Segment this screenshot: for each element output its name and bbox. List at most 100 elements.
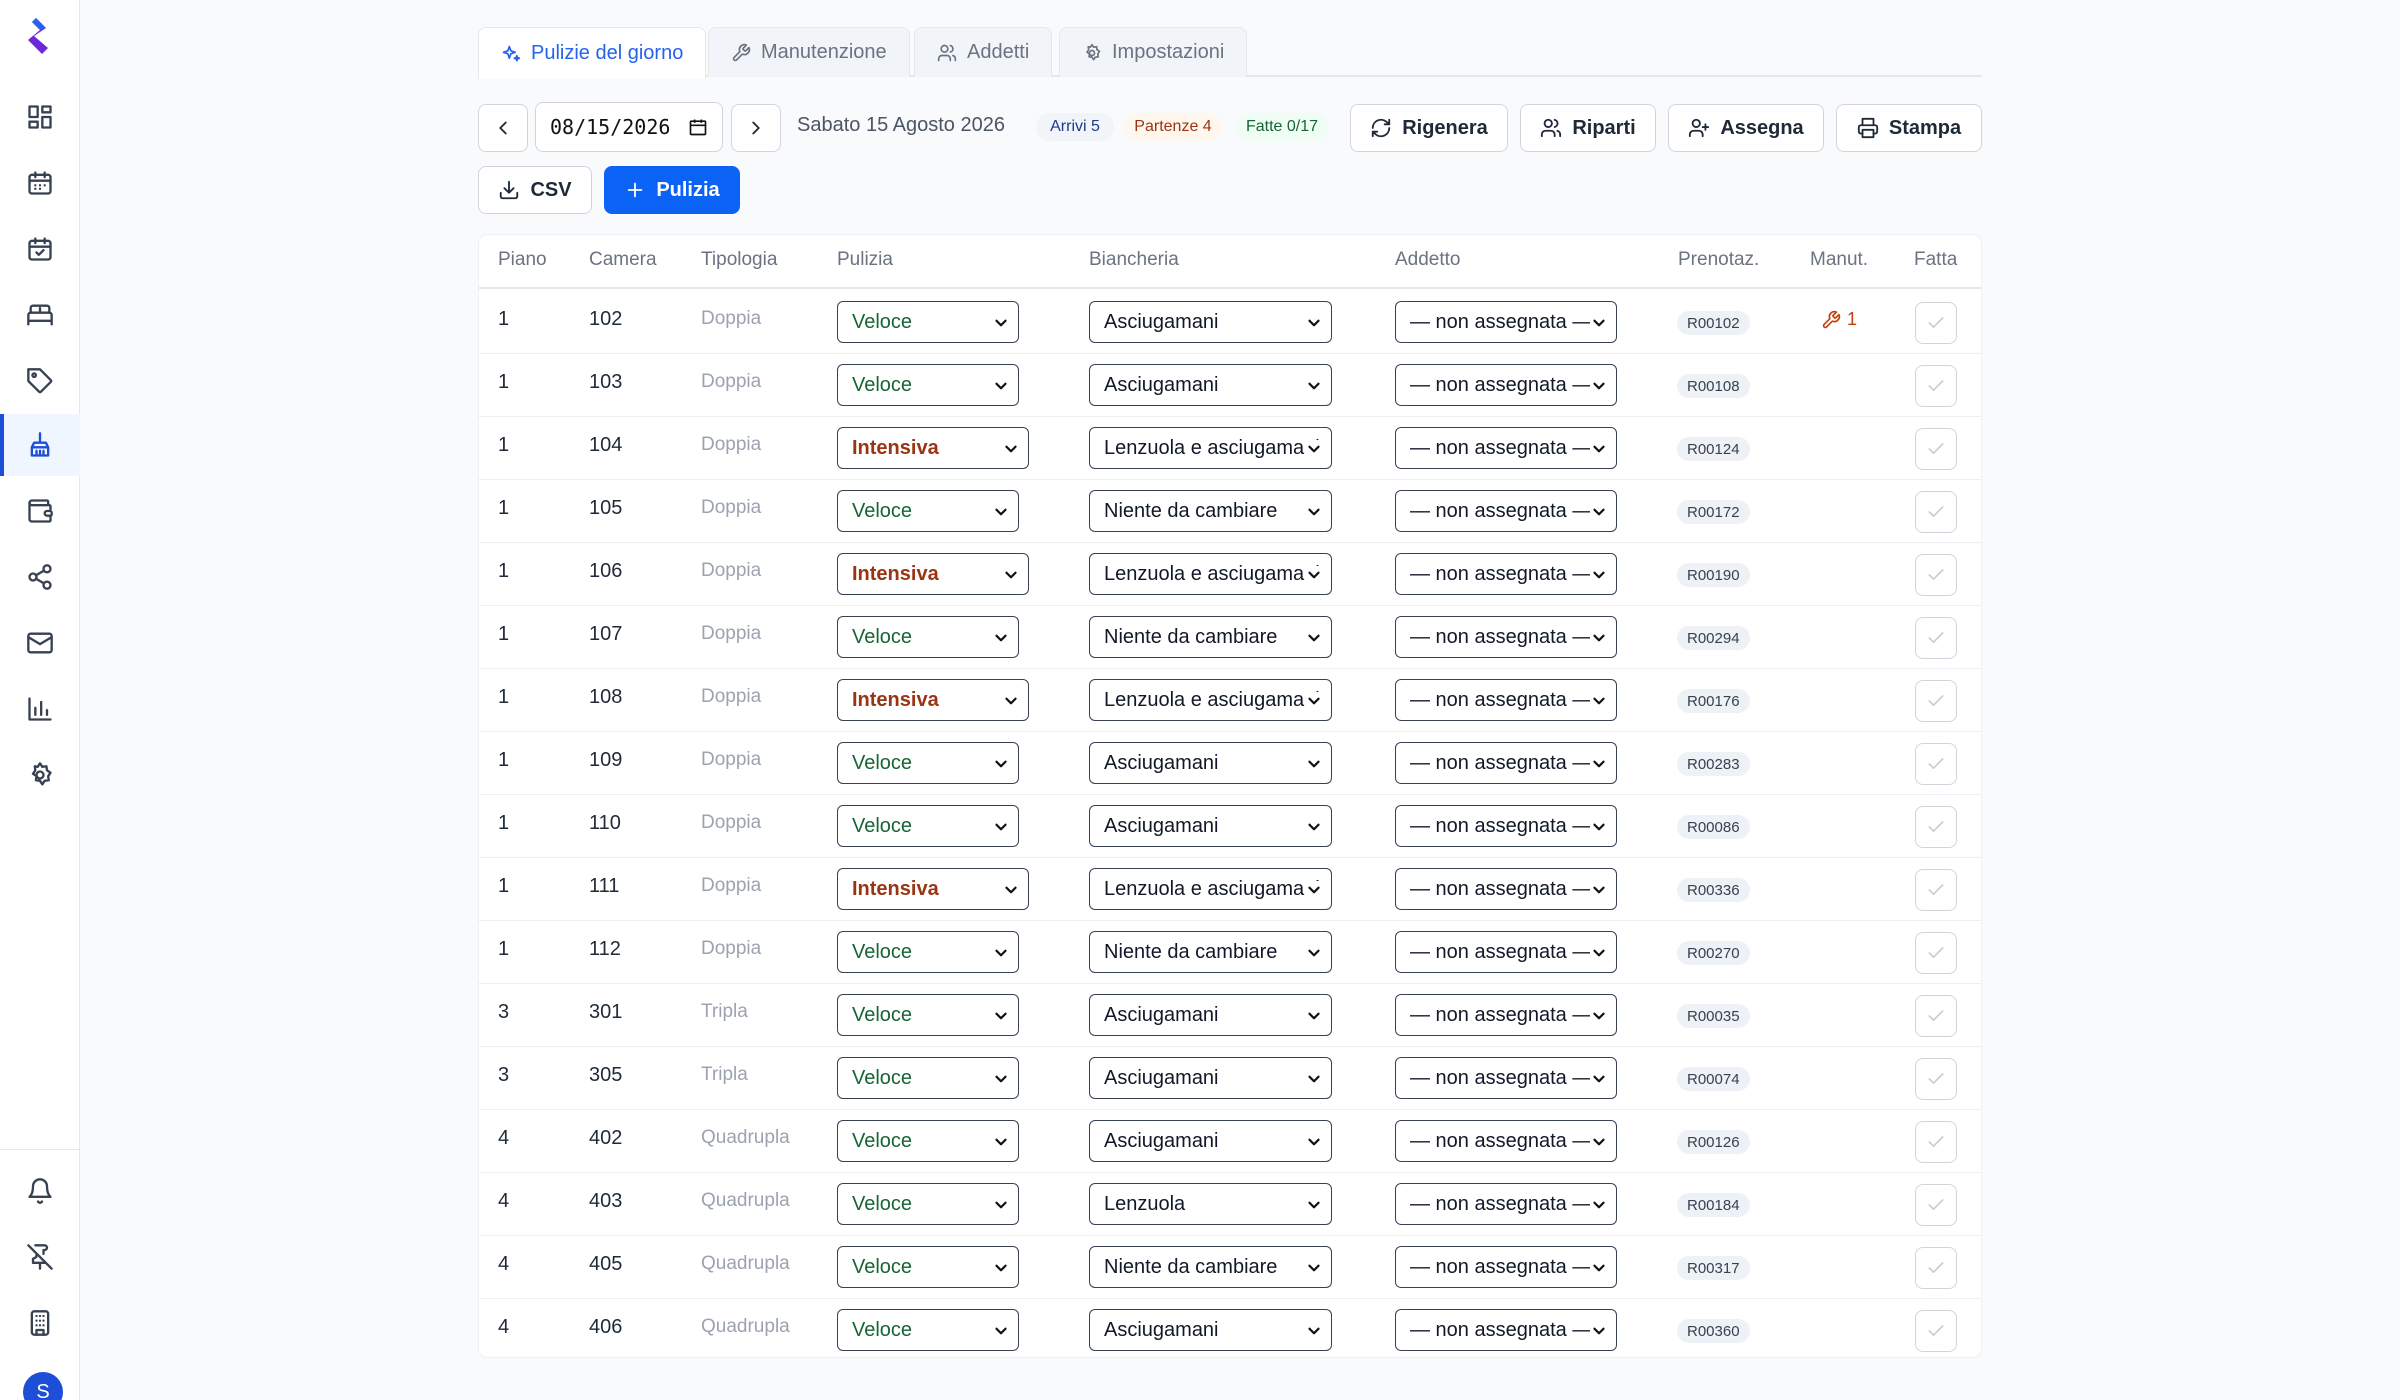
addetto-select[interactable]: — non assegnata — (1395, 1183, 1617, 1225)
reservation-badge[interactable]: R00086 (1677, 815, 1750, 839)
reservation-badge[interactable]: R00360 (1677, 1319, 1750, 1343)
add-pulizia-button[interactable]: Pulizia (604, 166, 740, 214)
addetto-select[interactable]: — non assegnata — (1395, 364, 1617, 406)
biancheria-select[interactable]: Asciugamani (1089, 805, 1332, 847)
date-input[interactable]: 08/15/2026 (535, 102, 723, 152)
done-checkbox[interactable] (1915, 302, 1957, 344)
biancheria-select[interactable]: Asciugamani (1089, 1120, 1332, 1162)
addetto-select[interactable]: — non assegnata — (1395, 679, 1617, 721)
biancheria-select[interactable]: Asciugamani (1089, 994, 1332, 1036)
reservation-badge[interactable]: R00317 (1677, 1256, 1750, 1280)
addetto-select[interactable]: — non assegnata — (1395, 1057, 1617, 1099)
biancheria-select[interactable]: Lenzuola e asciugamani (1089, 553, 1332, 595)
addetto-select[interactable]: — non assegnata — (1395, 742, 1617, 784)
pulizia-select[interactable]: Veloce (837, 1057, 1019, 1099)
tab-pulizie-del-giorno[interactable]: Pulizie del giorno (478, 27, 707, 79)
addetto-select[interactable]: — non assegnata — (1395, 427, 1617, 469)
addetto-select[interactable]: — non assegnata — (1395, 553, 1617, 595)
reservation-badge[interactable]: R00294 (1677, 626, 1750, 650)
addetto-select[interactable]: — non assegnata — (1395, 868, 1617, 910)
tab-addetti[interactable]: Addetti (914, 27, 1053, 77)
pulizia-select[interactable]: Veloce (837, 616, 1019, 658)
pulizia-select[interactable]: Veloce (837, 490, 1019, 532)
pulizia-select[interactable]: Veloce (837, 364, 1019, 406)
nav-rates[interactable] (0, 350, 80, 412)
addetto-select[interactable]: — non assegnata — (1395, 301, 1617, 343)
pulizia-select[interactable]: Intensiva (837, 868, 1029, 910)
nav-messages[interactable] (0, 612, 80, 674)
nav-housekeeping[interactable] (0, 414, 80, 476)
pulizia-select[interactable]: Veloce (837, 931, 1019, 973)
riparti-button[interactable]: Riparti (1520, 104, 1656, 152)
reservation-badge[interactable]: R00190 (1677, 563, 1750, 587)
reservation-badge[interactable]: R00074 (1677, 1067, 1750, 1091)
addetto-select[interactable]: — non assegnata — (1395, 931, 1617, 973)
done-checkbox[interactable] (1915, 1184, 1957, 1226)
nav-dashboard[interactable] (0, 86, 80, 148)
reservation-badge[interactable]: R00184 (1677, 1193, 1750, 1217)
nav-bookings[interactable] (0, 218, 80, 280)
pulizia-select[interactable]: Veloce (837, 805, 1019, 847)
reservation-badge[interactable]: R00126 (1677, 1130, 1750, 1154)
biancheria-select[interactable]: Asciugamani (1089, 742, 1332, 784)
nav-channels[interactable] (0, 546, 80, 608)
done-checkbox[interactable] (1915, 491, 1957, 533)
tab-impostazioni[interactable]: Impostazioni (1059, 27, 1248, 77)
done-checkbox[interactable] (1915, 995, 1957, 1037)
done-checkbox[interactable] (1915, 680, 1957, 722)
biancheria-select[interactable]: Niente da cambiare (1089, 1246, 1332, 1288)
biancheria-select[interactable]: Lenzuola e asciugamani (1089, 427, 1332, 469)
addetto-select[interactable]: — non assegnata — (1395, 805, 1617, 847)
biancheria-select[interactable]: Lenzuola (1089, 1183, 1332, 1225)
nav-reports[interactable] (0, 678, 80, 740)
pulizia-select[interactable]: Intensiva (837, 427, 1029, 469)
nav-unpin[interactable] (0, 1226, 80, 1288)
app-logo[interactable] (22, 14, 58, 58)
biancheria-select[interactable]: Asciugamani (1089, 1057, 1332, 1099)
pulizia-select[interactable]: Veloce (837, 742, 1019, 784)
addetto-select[interactable]: — non assegnata — (1395, 1309, 1617, 1351)
pulizia-select[interactable]: Veloce (837, 994, 1019, 1036)
nav-notifications[interactable] (0, 1160, 80, 1222)
reservation-badge[interactable]: R00176 (1677, 689, 1750, 713)
biancheria-select[interactable]: Asciugamani (1089, 1309, 1332, 1351)
reservation-badge[interactable]: R00102 (1677, 311, 1750, 335)
done-checkbox[interactable] (1915, 932, 1957, 974)
done-checkbox[interactable] (1915, 1247, 1957, 1289)
nav-property[interactable] (0, 1292, 80, 1354)
reservation-badge[interactable]: R00035 (1677, 1004, 1750, 1028)
done-checkbox[interactable] (1915, 365, 1957, 407)
done-checkbox[interactable] (1915, 806, 1957, 848)
reservation-badge[interactable]: R00336 (1677, 878, 1750, 902)
biancheria-select[interactable]: Asciugamani (1089, 364, 1332, 406)
reservation-badge[interactable]: R00270 (1677, 941, 1750, 965)
reservation-badge[interactable]: R00172 (1677, 500, 1750, 524)
done-checkbox[interactable] (1915, 428, 1957, 470)
tab-manutenzione[interactable]: Manutenzione (708, 27, 910, 77)
maintenance-indicator[interactable]: 1 (1821, 309, 1857, 330)
addetto-select[interactable]: — non assegnata — (1395, 1246, 1617, 1288)
biancheria-select[interactable]: Niente da cambiare (1089, 490, 1332, 532)
assegna-button[interactable]: Assegna (1668, 104, 1824, 152)
nav-calendar[interactable] (0, 152, 80, 214)
done-checkbox[interactable] (1915, 1058, 1957, 1100)
pulizia-select[interactable]: Veloce (837, 1309, 1019, 1351)
done-checkbox[interactable] (1915, 869, 1957, 911)
rigenera-button[interactable]: Rigenera (1350, 104, 1508, 152)
done-checkbox[interactable] (1915, 1121, 1957, 1163)
addetto-select[interactable]: — non assegnata — (1395, 994, 1617, 1036)
biancheria-select[interactable]: Asciugamani (1089, 301, 1332, 343)
nav-settings[interactable] (0, 744, 80, 806)
biancheria-select[interactable]: Lenzuola e asciugamani (1089, 679, 1332, 721)
next-day-button[interactable] (731, 104, 781, 152)
pulizia-select[interactable]: Intensiva (837, 679, 1029, 721)
addetto-select[interactable]: — non assegnata — (1395, 1120, 1617, 1162)
done-checkbox[interactable] (1915, 617, 1957, 659)
done-checkbox[interactable] (1915, 554, 1957, 596)
pulizia-select[interactable]: Veloce (837, 1120, 1019, 1162)
pulizia-select[interactable]: Veloce (837, 301, 1019, 343)
biancheria-select[interactable]: Lenzuola e asciugamani (1089, 868, 1332, 910)
reservation-badge[interactable]: R00108 (1677, 374, 1750, 398)
reservation-badge[interactable]: R00124 (1677, 437, 1750, 461)
biancheria-select[interactable]: Niente da cambiare (1089, 616, 1332, 658)
